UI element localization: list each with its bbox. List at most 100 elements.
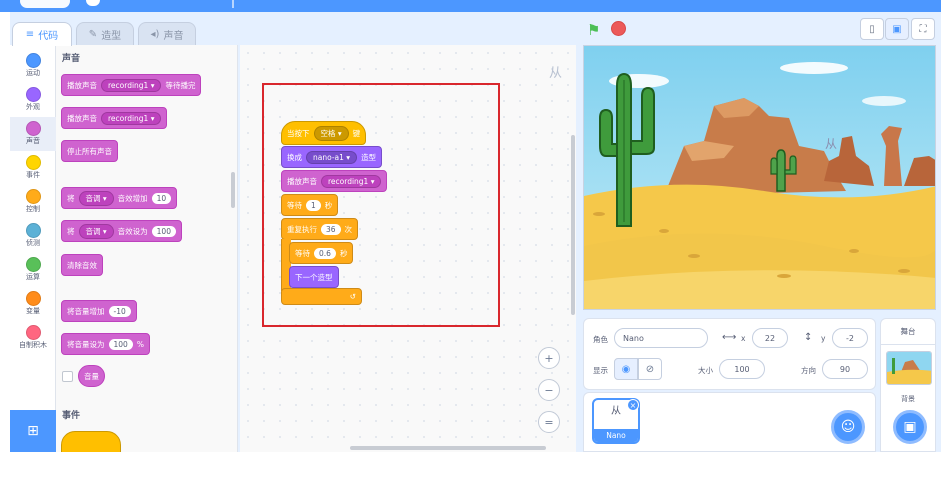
tab-code-label: 代码 — [38, 31, 59, 42]
zoom-reset-button[interactable]: = — [538, 411, 560, 433]
tab-costumes[interactable]: ✎ 造型 — [76, 22, 134, 46]
zoom-in-button[interactable]: + — [538, 347, 560, 369]
script-horizontal-scrollbar[interactable] — [350, 446, 546, 450]
block-set-volume[interactable]: 将音量设为 100 % — [61, 333, 150, 355]
svg-text:从: 从 — [825, 137, 837, 151]
number-input[interactable]: 100 — [151, 225, 176, 237]
category-label: 侦测 — [26, 239, 40, 247]
number-input[interactable]: 100 — [108, 338, 133, 350]
fullscreen-button[interactable]: ⛶ — [911, 18, 935, 40]
block-text: 音效设为 — [117, 226, 148, 236]
effect-dropdown[interactable]: 音调 ▾ — [78, 223, 114, 239]
volume-monitor-checkbox[interactable] — [62, 371, 73, 382]
sound-dropdown[interactable]: recording1 ▾ — [101, 111, 162, 125]
direction-input[interactable]: 90 — [822, 359, 868, 379]
palette-heading-events: 事件 — [62, 411, 81, 421]
cat-face-icon: ☺ — [840, 419, 856, 435]
block-when-flag-clicked[interactable] — [61, 431, 121, 452]
block-stop-all-sounds[interactable]: 停止所有声音 — [61, 140, 118, 162]
size-input[interactable]: 100 — [719, 359, 765, 379]
block-change-volume[interactable]: 将音量增加 -10 — [61, 300, 137, 322]
block-play-sound-until-done[interactable]: 播放声音 recording1 ▾ 等待播完 — [61, 74, 202, 96]
block-next-costume[interactable]: 下一个造型 — [289, 266, 339, 288]
block-switch-costume[interactable]: 换成 nano-a1 ▾ 造型 — [281, 146, 383, 168]
category-motion[interactable]: 运动 — [10, 49, 56, 83]
category-looks[interactable]: 外观 — [10, 83, 56, 117]
dropdown-value: recording1 — [328, 176, 369, 186]
block-change-effect[interactable]: 将 音调 ▾ 音效增加 10 — [61, 187, 178, 209]
show-sprite-button[interactable]: ◉ — [614, 358, 638, 380]
close-icon: × — [629, 400, 637, 410]
number-input[interactable]: 10 — [151, 192, 172, 204]
image-plus-icon: ▣ — [903, 419, 917, 435]
block-text: 重复执行 — [287, 224, 317, 234]
block-text: 键 — [352, 128, 361, 138]
add-backdrop-button[interactable]: ▣ — [893, 410, 927, 444]
dropdown-value: 音调 — [85, 193, 101, 203]
my-blocks-dot-icon — [25, 325, 41, 340]
costume-dropdown[interactable]: nano-a1 ▾ — [306, 150, 358, 164]
effect-dropdown[interactable]: 音调 ▾ — [78, 190, 114, 206]
block-set-effect[interactable]: 将 音调 ▾ 音效设为 100 — [61, 220, 182, 242]
category-label: 运动 — [26, 69, 40, 77]
dropdown-value: recording1 — [108, 80, 149, 90]
block-when-key-pressed[interactable]: 当按下 空格 ▾ 键 — [281, 121, 367, 145]
x-position-input[interactable]: 22 — [752, 328, 788, 348]
category-variables[interactable]: 变量 — [10, 287, 56, 321]
category-label: 变量 — [26, 307, 40, 315]
sound-dropdown[interactable]: recording1 ▾ — [321, 174, 382, 188]
key-dropdown[interactable]: 空格 ▾ — [313, 125, 349, 141]
scratch-logo[interactable] — [20, 0, 70, 8]
block-wait[interactable]: 等待 0.6 秒 — [289, 242, 354, 264]
block-text: 次 — [344, 224, 353, 234]
block-text: 当按下 — [287, 128, 310, 138]
sprite-name-input[interactable]: Nano — [614, 328, 708, 348]
category-operators[interactable]: 运算 — [10, 253, 56, 287]
palette-scrollbar[interactable] — [231, 172, 235, 208]
zoom-out-icon: − — [544, 383, 554, 397]
stage-canvas[interactable]: 从 — [583, 45, 936, 310]
globe-icon[interactable] — [86, 0, 100, 6]
repeat-arrow-icon: ↺ — [349, 292, 356, 301]
category-sound[interactable]: 声音 — [10, 117, 56, 151]
block-repeat[interactable]: 重复执行 36 次 — [281, 218, 359, 240]
y-arrows-icon: ↕ — [804, 332, 813, 343]
tab-sounds[interactable]: ◂) 声音 — [138, 22, 196, 46]
green-flag-icon[interactable]: ⚑ — [587, 21, 600, 39]
block-wait[interactable]: 等待 1 秒 — [281, 194, 339, 216]
y-position-input[interactable]: -2 — [832, 328, 868, 348]
number-input[interactable]: 0.6 — [314, 247, 336, 259]
block-clear-effects[interactable]: 清除音效 — [61, 254, 103, 276]
hide-sprite-button[interactable]: ⊘ — [638, 358, 662, 380]
delete-sprite-button[interactable]: × — [627, 399, 639, 411]
scratch-editor: ≡ 代码 ✎ 造型 ◂) 声音 运动 外观 声音 事件 控制 侦测 运算 变量 … — [0, 0, 941, 500]
stop-sign-icon[interactable] — [611, 21, 626, 36]
add-extension-button[interactable]: ⊞ — [10, 410, 56, 452]
show-label: 显示 — [593, 366, 608, 375]
block-text: 音量 — [84, 371, 99, 381]
add-sprite-button[interactable]: ☺ — [831, 410, 865, 444]
category-control[interactable]: 控制 — [10, 185, 56, 219]
small-stage-button[interactable]: ▯ — [860, 18, 884, 40]
dropdown-value: recording1 — [108, 113, 149, 123]
zoom-out-button[interactable]: − — [538, 379, 560, 401]
tab-code[interactable]: ≡ 代码 — [12, 22, 72, 46]
script-vertical-scrollbar[interactable] — [571, 135, 575, 315]
fullscreen-icon: ⛶ — [919, 23, 927, 35]
number-input[interactable]: -10 — [108, 305, 131, 317]
block-palette: 声音 播放声音 recording1 ▾ 等待播完 播放声音 recording… — [56, 45, 238, 452]
block-start-sound[interactable]: 播放声音 recording1 ▾ — [281, 170, 388, 192]
number-input[interactable]: 36 — [321, 223, 341, 235]
backdrop-thumbnail[interactable] — [886, 351, 932, 385]
category-my-blocks[interactable]: 自制积木 — [10, 321, 56, 355]
block-text: 下一个造型 — [295, 272, 333, 282]
large-stage-button[interactable]: ▣ — [885, 18, 909, 40]
block-text: % — [136, 339, 144, 349]
block-volume-reporter[interactable]: 音量 — [78, 365, 105, 387]
sound-dropdown[interactable]: recording1 ▾ — [101, 78, 162, 92]
category-sensing[interactable]: 侦测 — [10, 219, 56, 253]
block-text: 秒 — [339, 248, 348, 258]
block-start-sound[interactable]: 播放声音 recording1 ▾ — [61, 107, 168, 129]
number-input[interactable]: 1 — [306, 199, 321, 211]
category-events[interactable]: 事件 — [10, 151, 56, 185]
